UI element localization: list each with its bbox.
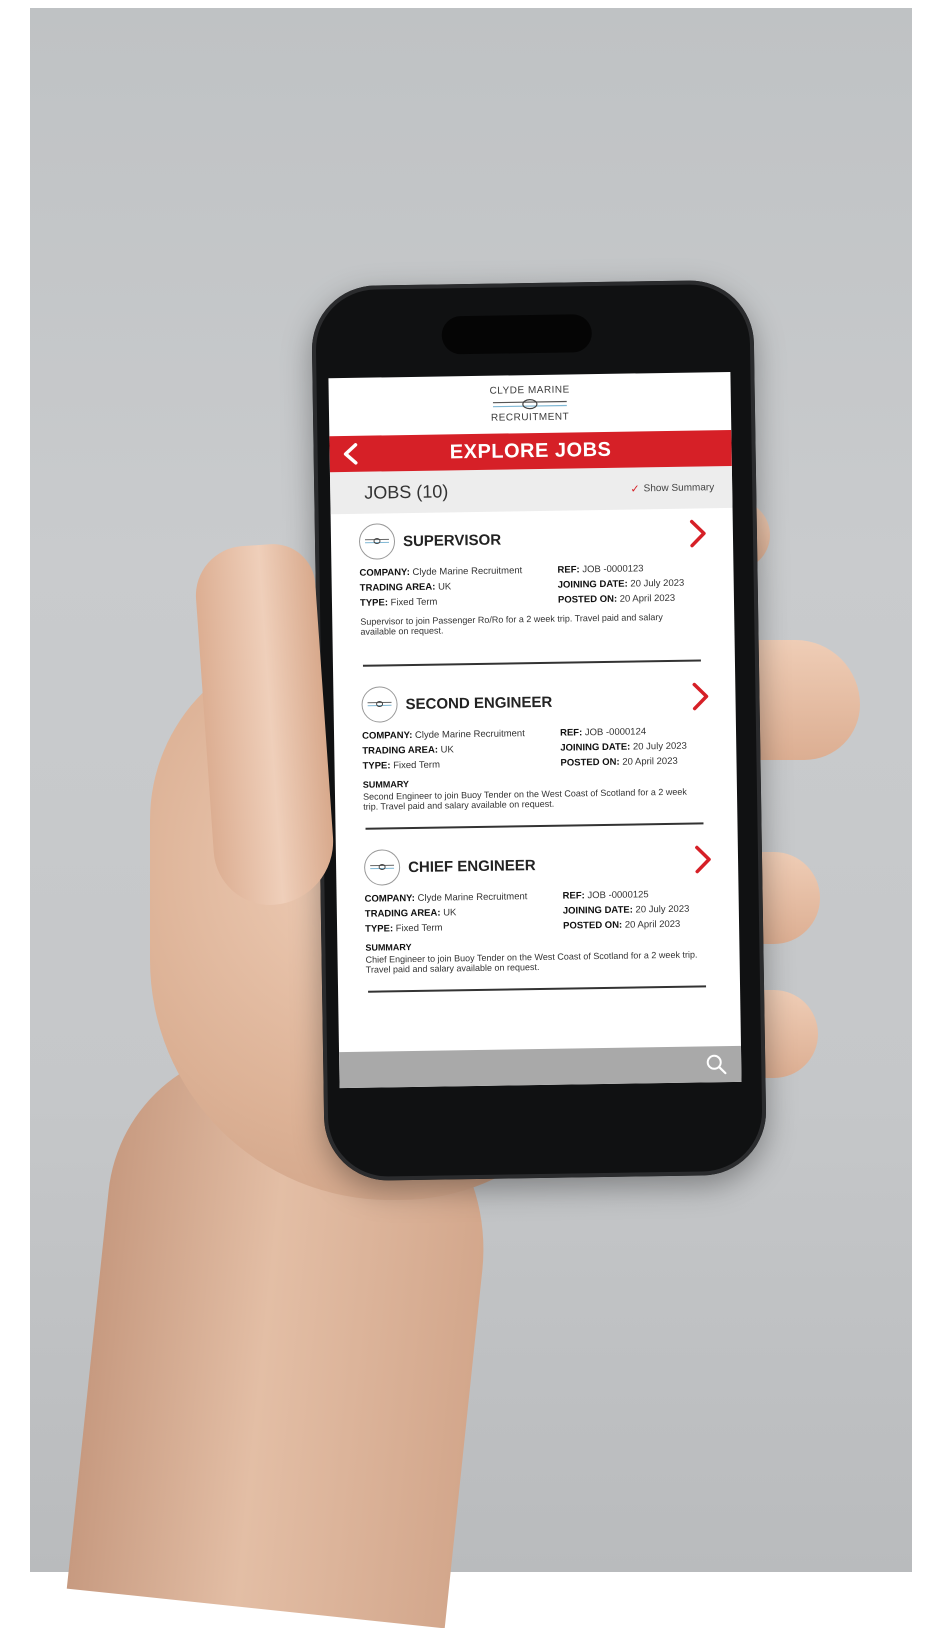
chevron-right-icon[interactable] xyxy=(689,681,711,711)
search-icon[interactable] xyxy=(705,1053,727,1075)
company-label: COMPANY: xyxy=(365,893,415,905)
joining-date-value: 20 July 2023 xyxy=(633,741,687,753)
joining-date-label: JOINING DATE: xyxy=(563,905,633,917)
job-summary: Chief Engineer to join Buoy Tender on th… xyxy=(366,949,706,974)
type-label: TYPE: xyxy=(362,760,390,771)
chevron-right-icon[interactable] xyxy=(692,844,714,874)
chevron-right-icon[interactable] xyxy=(687,518,709,548)
show-summary-toggle[interactable]: ✓ Show Summary xyxy=(630,481,714,495)
checkmark-icon: ✓ xyxy=(630,482,639,495)
company-logo-icon xyxy=(361,686,398,723)
joining-date-value: 20 July 2023 xyxy=(635,904,689,916)
ref-value: JOB -0000125 xyxy=(587,889,648,901)
job-card[interactable]: CHIEF ENGINEER COMPANY: Clyde Marine Rec… xyxy=(336,834,741,1003)
trading-area-value: UK xyxy=(438,581,451,592)
posted-on-label: POSTED ON: xyxy=(558,594,617,606)
type-value: Fixed Term xyxy=(393,760,440,772)
bottom-bar xyxy=(339,1046,742,1088)
ref-label: REF: xyxy=(563,890,585,901)
title-bar: EXPLORE JOBS xyxy=(329,430,732,472)
thumb xyxy=(193,541,338,908)
job-title: SUPERVISOR xyxy=(403,531,501,550)
company-logo-icon xyxy=(364,849,401,886)
ref-label: REF: xyxy=(557,564,579,575)
logo-line-1: CLYDE MARINE xyxy=(489,384,569,396)
posted-on-label: POSTED ON: xyxy=(560,757,619,769)
jobs-count: JOBS (10) xyxy=(364,481,448,503)
ref-value: JOB -0000124 xyxy=(585,726,646,738)
company-value: Clyde Marine Recruitment xyxy=(417,891,527,904)
ref-label: REF: xyxy=(560,727,582,738)
trading-area-label: TRADING AREA: xyxy=(362,745,438,757)
job-card[interactable]: SUPERVISOR COMPANY: Clyde Marine Recruit… xyxy=(331,508,736,677)
joining-date-value: 20 July 2023 xyxy=(630,578,684,590)
chevron-left-icon[interactable] xyxy=(339,442,363,466)
job-title: SECOND ENGINEER xyxy=(405,693,552,712)
page-title: EXPLORE JOBS xyxy=(450,438,612,464)
rope-icon xyxy=(493,398,567,411)
joining-date-label: JOINING DATE: xyxy=(560,742,630,754)
divider xyxy=(366,822,704,829)
type-label: TYPE: xyxy=(365,923,393,934)
show-summary-label: Show Summary xyxy=(644,482,715,494)
company-label: COMPANY: xyxy=(359,567,409,579)
posted-on-label: POSTED ON: xyxy=(563,920,622,932)
job-summary: Second Engineer to join Buoy Tender on t… xyxy=(363,786,703,811)
divider xyxy=(368,985,706,992)
type-value: Fixed Term xyxy=(396,923,443,935)
app-screen: CLYDE MARINE RECRUITMENT EXPLORE JOBS JO… xyxy=(328,372,741,1088)
trading-area-value: UK xyxy=(443,907,456,918)
logo-line-2: RECRUITMENT xyxy=(491,411,569,423)
job-card[interactable]: SECOND ENGINEER COMPANY: Clyde Marine Re… xyxy=(333,671,738,840)
job-title: CHIEF ENGINEER xyxy=(408,857,536,876)
type-label: TYPE: xyxy=(360,597,388,608)
company-label: COMPANY: xyxy=(362,730,412,742)
trading-area-label: TRADING AREA: xyxy=(360,582,436,594)
posted-on-value: 20 April 2023 xyxy=(620,593,676,605)
job-summary: Supervisor to join Passenger Ro/Ro for a… xyxy=(360,611,700,636)
type-value: Fixed Term xyxy=(391,597,438,609)
posted-on-value: 20 April 2023 xyxy=(625,919,681,931)
ref-value: JOB -0000123 xyxy=(582,563,643,575)
posted-on-value: 20 April 2023 xyxy=(622,756,678,768)
divider xyxy=(363,659,701,666)
company-logo-icon xyxy=(359,523,396,560)
phone-frame: CLYDE MARINE RECRUITMENT EXPLORE JOBS JO… xyxy=(311,280,767,1182)
trading-area-label: TRADING AREA: xyxy=(365,908,441,920)
company-value: Clyde Marine Recruitment xyxy=(412,565,522,578)
list-header: JOBS (10) ✓ Show Summary xyxy=(330,466,733,514)
trading-area-value: UK xyxy=(441,744,454,755)
joining-date-label: JOINING DATE: xyxy=(558,579,628,591)
company-value: Clyde Marine Recruitment xyxy=(415,728,525,741)
dynamic-island xyxy=(441,314,592,354)
app-logo: CLYDE MARINE RECRUITMENT xyxy=(328,372,731,436)
